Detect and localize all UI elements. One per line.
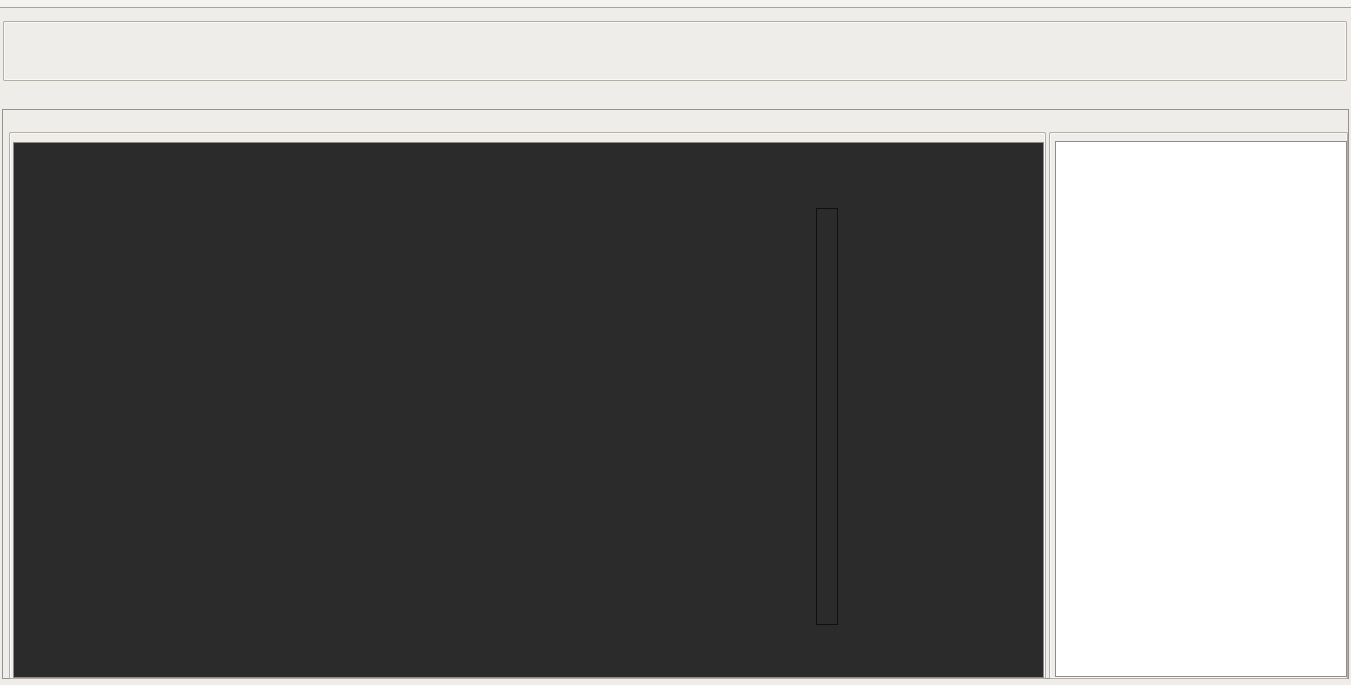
range-doppler-heatmap	[146, 208, 778, 620]
system-control-groupbox	[3, 21, 1347, 81]
range-doppler-groupbox	[9, 132, 1046, 679]
colorbar	[816, 208, 838, 625]
range-doppler-plot	[13, 142, 1044, 678]
detected-targets-table[interactable]	[1055, 141, 1347, 677]
tab-content-pane	[2, 109, 1349, 679]
radar-app-window	[0, 0, 1351, 685]
menubar	[0, 0, 1351, 8]
detected-targets-groupbox	[1049, 132, 1348, 679]
